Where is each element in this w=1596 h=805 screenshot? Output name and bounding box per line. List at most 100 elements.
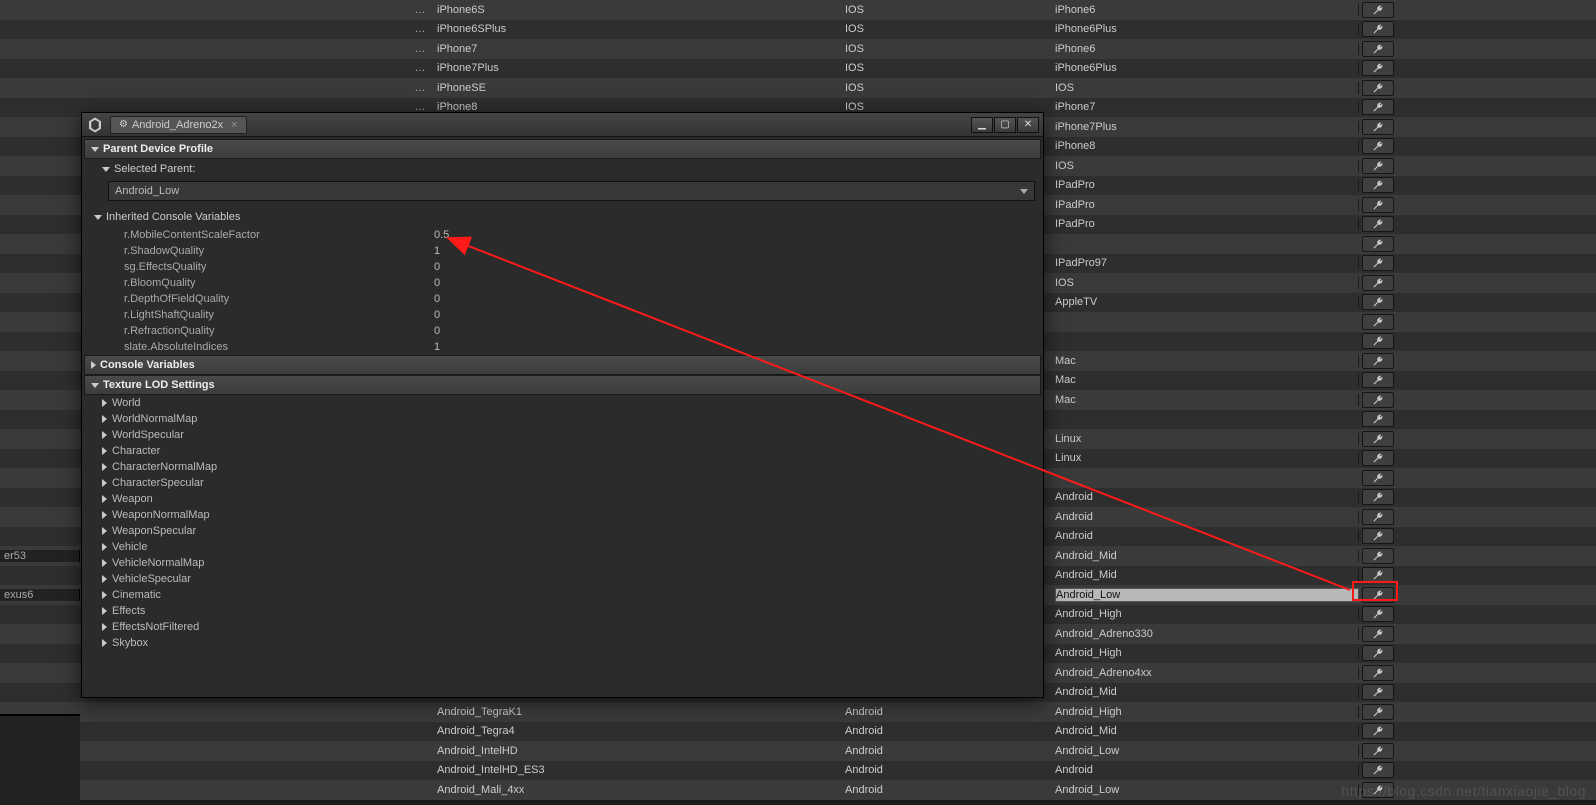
edit-profile-button[interactable] [1362, 743, 1394, 759]
edit-profile-button[interactable] [1362, 255, 1394, 271]
edit-profile-button[interactable] [1362, 314, 1394, 330]
edit-profile-button[interactable] [1362, 782, 1394, 798]
edit-profile-button[interactable] [1362, 665, 1394, 681]
lod-group-row[interactable]: WorldSpecular [84, 427, 1041, 443]
edit-profile-button[interactable] [1362, 509, 1394, 525]
selected-parent-label[interactable]: Selected Parent: [84, 159, 1041, 179]
row-ellipsis[interactable]: … [410, 23, 430, 35]
edit-profile-button[interactable] [1362, 723, 1394, 739]
table-row[interactable]: Android_Tegra4AndroidAndroid_Mid [0, 722, 1596, 742]
base-profile-cell: IPadPro [1055, 179, 1359, 191]
device-name-cell: iPhoneSE [430, 82, 845, 94]
table-row[interactable]: Android_IntelHD_ES3AndroidAndroid [0, 761, 1596, 781]
editor-tab[interactable]: ⚙ Android_Adreno2x × [110, 116, 247, 134]
edit-profile-button[interactable] [1362, 548, 1394, 564]
expand-icon [102, 463, 107, 471]
section-inherited-cvars[interactable]: Inherited Console Variables [84, 207, 1041, 227]
edit-profile-button[interactable] [1362, 470, 1394, 486]
selected-parent-dropdown[interactable]: Android_Low [108, 181, 1035, 201]
edit-profile-button[interactable] [1362, 80, 1394, 96]
lod-group-row[interactable]: VehicleNormalMap [84, 555, 1041, 571]
table-row[interactable]: …iPhoneSEIOSIOS [0, 78, 1596, 98]
cvar-value: 0.5 [434, 229, 449, 241]
cvar-row: slate.AbsoluteIndices1 [84, 339, 1041, 355]
lod-group-row[interactable]: CharacterSpecular [84, 475, 1041, 491]
edit-profile-button[interactable] [1362, 21, 1394, 37]
edit-profile-button[interactable] [1362, 236, 1394, 252]
expand-icon [102, 559, 107, 567]
tab-close-icon[interactable]: × [231, 119, 237, 131]
edit-profile-button[interactable] [1362, 392, 1394, 408]
table-row[interactable]: Android_Mali_4xxAndroidAndroid_Low [0, 780, 1596, 800]
edit-profile-button[interactable] [1362, 353, 1394, 369]
row-ellipsis[interactable]: … [410, 82, 430, 94]
table-row[interactable]: …iPhone7PlusIOSiPhone6Plus [0, 59, 1596, 79]
row-ellipsis[interactable]: … [410, 4, 430, 16]
section-console-variables[interactable]: Console Variables [84, 355, 1041, 375]
section-parent-device-profile[interactable]: Parent Device Profile [84, 139, 1041, 159]
platform-cell: IOS [845, 62, 1055, 74]
table-row[interactable]: …iPhone6SPlusIOSiPhone6Plus [0, 20, 1596, 40]
table-row[interactable]: Android_TegraK1AndroidAndroid_High [0, 702, 1596, 722]
edit-profile-button[interactable] [1362, 197, 1394, 213]
window-titlebar[interactable]: ⚙ Android_Adreno2x × ▁ ▢ ✕ [82, 113, 1043, 137]
lod-group-row[interactable]: WeaponNormalMap [84, 507, 1041, 523]
section-texture-lod[interactable]: Texture LOD Settings [84, 375, 1041, 395]
lod-group-row[interactable]: Effects [84, 603, 1041, 619]
edit-profile-button[interactable] [1362, 60, 1394, 76]
edit-profile-button[interactable] [1362, 99, 1394, 115]
edit-profile-button[interactable] [1362, 450, 1394, 466]
edit-profile-button[interactable] [1362, 138, 1394, 154]
edit-profile-button[interactable] [1362, 567, 1394, 583]
table-row[interactable]: …iPhone7IOSiPhone6 [0, 39, 1596, 59]
edit-profile-button[interactable] [1362, 626, 1394, 642]
window-maximize-button[interactable]: ▢ [994, 117, 1016, 133]
lod-group-row[interactable]: WorldNormalMap [84, 411, 1041, 427]
table-row[interactable]: Android_IntelHDAndroidAndroid_Low [0, 741, 1596, 761]
base-profile-cell: Android_Mid [1055, 569, 1359, 581]
edit-profile-button[interactable] [1362, 216, 1394, 232]
edit-profile-button[interactable] [1362, 431, 1394, 447]
edit-profile-button[interactable] [1362, 587, 1394, 603]
row-ellipsis[interactable]: … [410, 43, 430, 55]
lod-group-row[interactable]: VehicleSpecular [84, 571, 1041, 587]
edit-profile-button[interactable] [1362, 411, 1394, 427]
edit-profile-button[interactable] [1362, 489, 1394, 505]
lod-group-row[interactable]: Vehicle [84, 539, 1041, 555]
lod-group-row[interactable]: Weapon [84, 491, 1041, 507]
edit-profile-button[interactable] [1362, 119, 1394, 135]
lod-group-row[interactable]: CharacterNormalMap [84, 459, 1041, 475]
cvar-value: 0 [434, 261, 440, 273]
edit-profile-button[interactable] [1362, 528, 1394, 544]
base-profile-cell: Android_Low [1055, 588, 1359, 602]
base-profile-cell: IPadPro97 [1055, 257, 1359, 269]
edit-profile-button[interactable] [1362, 762, 1394, 778]
edit-profile-button[interactable] [1362, 606, 1394, 622]
lod-group-row[interactable]: WeaponSpecular [84, 523, 1041, 539]
edit-profile-button[interactable] [1362, 704, 1394, 720]
lod-group-row[interactable]: Character [84, 443, 1041, 459]
lod-group-row[interactable]: EffectsNotFiltered [84, 619, 1041, 635]
edit-profile-button[interactable] [1362, 684, 1394, 700]
window-close-button[interactable]: ✕ [1017, 117, 1039, 133]
edit-profile-button[interactable] [1362, 177, 1394, 193]
platform-cell: IOS [845, 43, 1055, 55]
edit-profile-button[interactable] [1362, 275, 1394, 291]
edit-profile-button[interactable] [1362, 333, 1394, 349]
edit-profile-button[interactable] [1362, 294, 1394, 310]
lod-group-row[interactable]: Skybox [84, 635, 1041, 651]
edit-profile-button[interactable] [1362, 2, 1394, 18]
edit-profile-button[interactable] [1362, 645, 1394, 661]
table-row[interactable]: …iPhone6SIOSiPhone6 [0, 0, 1596, 20]
unreal-logo-icon [86, 116, 104, 134]
base-profile-cell: Mac [1055, 374, 1359, 386]
lod-group-row[interactable]: Cinematic [84, 587, 1041, 603]
lod-group-row[interactable]: World [84, 395, 1041, 411]
cvar-name: r.LightShaftQuality [124, 309, 434, 321]
window-minimize-button[interactable]: ▁ [971, 117, 993, 133]
row-ellipsis[interactable]: … [410, 62, 430, 74]
edit-profile-button[interactable] [1362, 372, 1394, 388]
edit-profile-button[interactable] [1362, 158, 1394, 174]
edit-profile-button[interactable] [1362, 41, 1394, 57]
base-profile-cell: Android_Low [1055, 784, 1359, 796]
